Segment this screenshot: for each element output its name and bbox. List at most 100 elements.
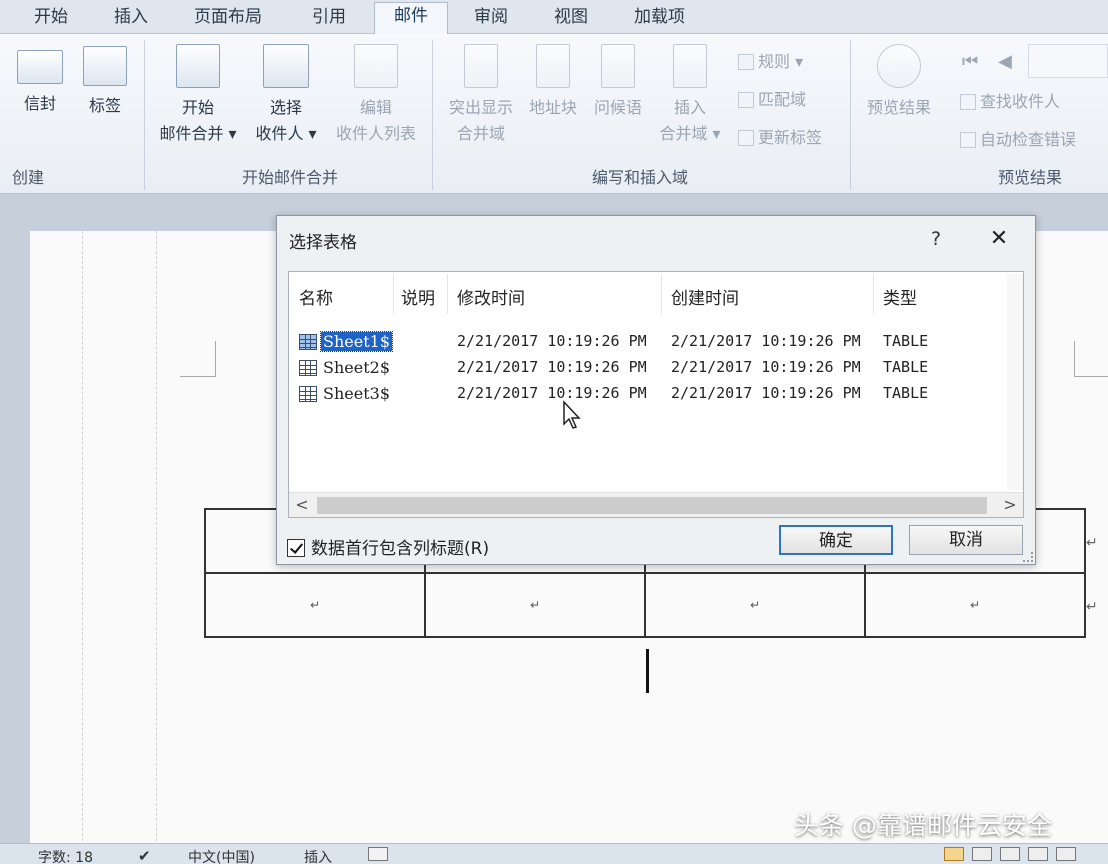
highlight-fields-label: 突出显示 bbox=[448, 98, 513, 117]
tab-home[interactable]: 开始 bbox=[24, 4, 78, 34]
table-cell[interactable]: ↵ bbox=[864, 572, 1086, 638]
vertical-scrollbar[interactable] bbox=[1007, 274, 1023, 490]
edit-list-icon bbox=[354, 44, 398, 88]
paragraph-mark: ↵ bbox=[749, 598, 761, 612]
column-header-type[interactable]: 类型 bbox=[883, 284, 917, 309]
start-mail-merge-label: 开始 bbox=[181, 98, 214, 117]
row-created: 2/21/2017 10:19:26 PM bbox=[671, 332, 861, 350]
start-mail-merge-button[interactable]: 开始 邮件合并 ▾ bbox=[152, 44, 244, 144]
table-cell[interactable]: ↵ bbox=[204, 572, 426, 638]
row-name: Sheet3$ bbox=[323, 384, 390, 403]
scroll-left-arrow[interactable]: < bbox=[291, 494, 313, 516]
cancel-button[interactable]: 取消 bbox=[909, 525, 1023, 555]
table-icon bbox=[299, 360, 317, 376]
table-row-sheet1[interactable]: Sheet1$ 2/21/2017 10:19:26 PM 2/21/2017 … bbox=[289, 328, 1009, 354]
word-count[interactable]: 字数: 18 bbox=[38, 847, 93, 864]
greeting-line-label: 问候语 bbox=[593, 98, 642, 117]
table-cell[interactable]: ↵ bbox=[424, 572, 646, 638]
table-row-sheet3[interactable]: Sheet3$ 2/21/2017 10:19:26 PM 2/21/2017 … bbox=[289, 380, 1009, 406]
column-separator[interactable] bbox=[873, 274, 874, 314]
proofing-check-icon[interactable]: ✔ bbox=[138, 847, 151, 864]
paragraph-mark: ↵ bbox=[1086, 599, 1098, 615]
ok-button[interactable]: 确定 bbox=[779, 525, 893, 555]
margin-guide bbox=[82, 231, 83, 851]
outline-view-icon[interactable] bbox=[1028, 847, 1048, 861]
column-header-created[interactable]: 创建时间 bbox=[671, 284, 739, 309]
select-table-dialog: 选择表格 ? ✕ 名称 说明 修改时间 创建时间 类型 Sheet1$ 2/21… bbox=[276, 215, 1036, 565]
auto-check-icon bbox=[960, 132, 976, 148]
scroll-right-arrow[interactable]: > bbox=[999, 494, 1021, 516]
previous-record-button[interactable]: ◀ bbox=[998, 50, 1012, 74]
first-record-button[interactable]: ⏮ bbox=[962, 50, 978, 74]
address-block-button[interactable]: 地址块 bbox=[524, 44, 582, 118]
resize-grip-icon[interactable] bbox=[1023, 552, 1033, 562]
insert-mode-indicator[interactable]: 插入 bbox=[304, 847, 332, 864]
table-list[interactable]: 名称 说明 修改时间 创建时间 类型 Sheet1$ 2/21/2017 10:… bbox=[288, 271, 1024, 518]
language-indicator[interactable]: 中文(中国) bbox=[188, 847, 255, 864]
column-separator[interactable] bbox=[661, 274, 662, 314]
help-button[interactable]: ? bbox=[921, 224, 951, 254]
update-labels-button[interactable]: 更新标签 bbox=[738, 126, 822, 150]
tab-mailings[interactable]: 邮件 bbox=[374, 2, 448, 35]
tab-page-layout[interactable]: 页面布局 bbox=[184, 4, 272, 34]
table-row: ↵ ↵ ↵ ↵ bbox=[204, 572, 1086, 638]
envelopes-label: 信封 bbox=[23, 94, 56, 113]
column-separator[interactable] bbox=[393, 274, 394, 314]
find-recipient-button[interactable]: 查找收件人 bbox=[960, 90, 1060, 114]
scrollbar-thumb[interactable] bbox=[317, 497, 987, 514]
paragraph-mark: ↵ bbox=[309, 598, 321, 612]
tab-insert[interactable]: 插入 bbox=[104, 4, 158, 34]
text-cursor bbox=[646, 649, 649, 693]
column-header-name[interactable]: 名称 bbox=[299, 284, 333, 309]
full-screen-view-icon[interactable] bbox=[972, 847, 992, 861]
paragraph-mark: ↵ bbox=[529, 598, 541, 612]
column-header-modified[interactable]: 修改时间 bbox=[457, 284, 525, 309]
margin-corner-mark bbox=[180, 341, 216, 377]
edit-recipient-list-button[interactable]: 编辑 收件人列表 bbox=[326, 44, 426, 144]
checkbox-checked-icon[interactable] bbox=[287, 539, 305, 557]
greeting-line-icon bbox=[601, 44, 635, 88]
table-row-sheet2[interactable]: Sheet2$ 2/21/2017 10:19:26 PM 2/21/2017 … bbox=[289, 354, 1009, 380]
group-label-start-merge: 开始邮件合并 bbox=[241, 168, 338, 187]
select-recipients-sublabel: 收件人 ▾ bbox=[255, 124, 317, 143]
tab-references[interactable]: 引用 bbox=[302, 4, 356, 34]
macro-icon[interactable] bbox=[368, 847, 388, 861]
tab-view[interactable]: 视图 bbox=[544, 4, 598, 34]
draft-view-icon[interactable] bbox=[1056, 847, 1076, 861]
insert-field-icon bbox=[673, 44, 707, 88]
rules-label: 规则 ▾ bbox=[758, 52, 804, 71]
envelopes-button[interactable]: 信封 bbox=[14, 50, 66, 114]
auto-check-errors-button[interactable]: 自动检查错误 bbox=[960, 128, 1076, 152]
close-button[interactable]: ✕ bbox=[981, 224, 1017, 254]
select-recipients-button[interactable]: 选择 收件人 ▾ bbox=[246, 44, 326, 144]
magnifier-icon bbox=[877, 44, 921, 88]
match-fields-button[interactable]: 匹配域 bbox=[738, 88, 806, 112]
tab-review[interactable]: 审阅 bbox=[464, 4, 518, 34]
row-type: TABLE bbox=[883, 332, 929, 350]
column-header-description[interactable]: 说明 bbox=[401, 284, 435, 309]
group-separator bbox=[432, 40, 433, 190]
labels-button[interactable]: 标签 bbox=[78, 46, 132, 116]
rules-button[interactable]: 规则 ▾ bbox=[738, 50, 803, 74]
first-row-headers-checkbox[interactable]: 数据首行包含列标题(R) bbox=[287, 534, 489, 559]
column-separator[interactable] bbox=[447, 274, 448, 314]
auto-check-label: 自动检查错误 bbox=[980, 130, 1077, 149]
group-separator bbox=[144, 40, 145, 190]
group-label-create: 创建 bbox=[12, 168, 45, 187]
paragraph-mark: ↵ bbox=[1086, 535, 1098, 551]
highlight-merge-fields-button[interactable]: 突出显示 合并域 bbox=[440, 44, 522, 144]
record-number-input[interactable] bbox=[1028, 44, 1108, 78]
tab-addins[interactable]: 加载项 bbox=[624, 4, 695, 34]
group-label-write-insert: 编写和插入域 bbox=[591, 168, 688, 187]
ribbon-tab-bar: 开始 插入 页面布局 引用 邮件 审阅 视图 加载项 bbox=[0, 0, 1108, 35]
row-name: Sheet2$ bbox=[323, 358, 390, 377]
insert-merge-field-button[interactable]: 插入 合并域 ▾ bbox=[652, 44, 728, 144]
table-cell[interactable]: ↵ bbox=[644, 572, 866, 638]
insert-field-label: 插入 bbox=[673, 98, 706, 117]
horizontal-scrollbar[interactable]: < > bbox=[289, 492, 1023, 517]
print-layout-view-icon[interactable] bbox=[944, 847, 964, 861]
edit-recipient-label: 编辑 bbox=[359, 98, 392, 117]
greeting-line-button[interactable]: 问候语 bbox=[586, 44, 650, 118]
web-layout-view-icon[interactable] bbox=[1000, 847, 1020, 861]
preview-results-button[interactable]: 预览结果 bbox=[858, 44, 940, 118]
